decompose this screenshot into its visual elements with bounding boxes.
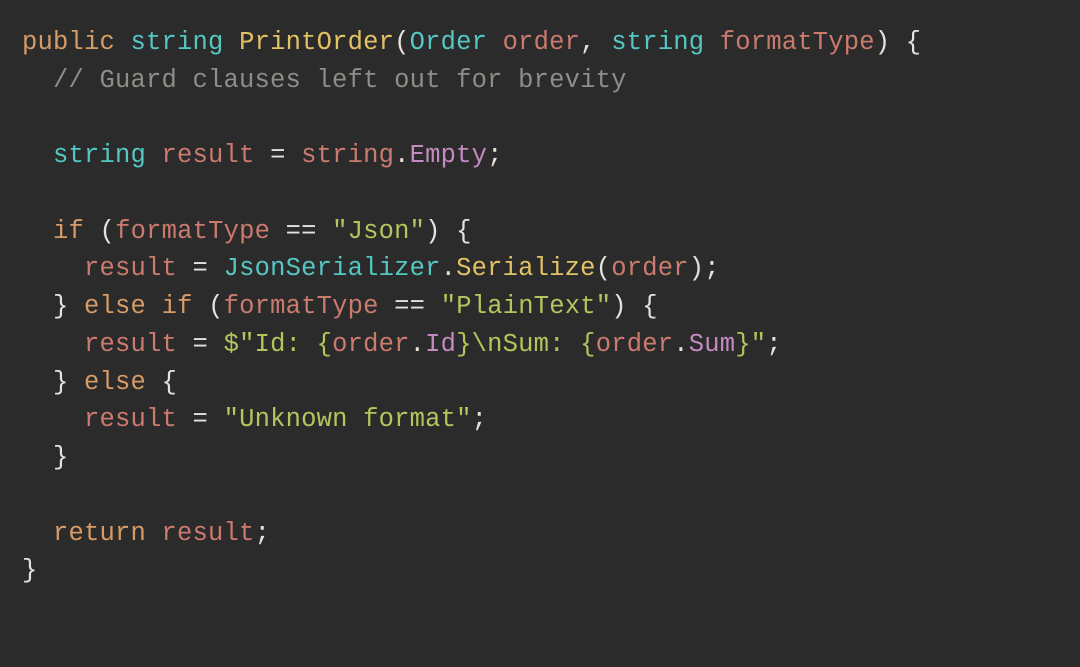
method-name: PrintOrder	[239, 28, 394, 57]
var-result-assign-2: result	[84, 330, 177, 359]
op-eqeq-2: ==	[394, 292, 425, 321]
class-jsonserializer: JsonSerializer	[224, 254, 441, 283]
local-type-string: string	[53, 141, 146, 170]
ident-string: string	[301, 141, 394, 170]
op-eqeq: ==	[286, 217, 317, 246]
string-json: "Json"	[332, 217, 425, 246]
interp-prefix: $"Id: {	[224, 330, 333, 359]
keyword-if-2: if	[162, 292, 193, 321]
method-serialize: Serialize	[456, 254, 596, 283]
interp-suffix: }"	[735, 330, 766, 359]
return-type: string	[131, 28, 224, 57]
prop-id: Id	[425, 330, 456, 359]
var-result-assign-3: result	[84, 405, 177, 434]
keyword-public: public	[22, 28, 115, 57]
param-order: order	[503, 28, 581, 57]
var-result: result	[162, 141, 255, 170]
var-result-assign: result	[84, 254, 177, 283]
string-plaintext: "PlainText"	[441, 292, 612, 321]
comment-guard: // Guard clauses left out for brevity	[53, 66, 627, 95]
param-type-string: string	[611, 28, 704, 57]
param-type-order: Order	[410, 28, 488, 57]
string-unknown: "Unknown format"	[224, 405, 472, 434]
arg-order: order	[611, 254, 689, 283]
keyword-else: else	[84, 292, 146, 321]
keyword-if: if	[53, 217, 84, 246]
interp-mid: }\nSum: {	[456, 330, 596, 359]
prop-sum: Sum	[689, 330, 736, 359]
param-formattype: formatType	[720, 28, 875, 57]
interp-order-2: order	[596, 330, 674, 359]
keyword-else-2: else	[84, 368, 146, 397]
prop-empty: Empty	[410, 141, 488, 170]
return-result: result	[162, 519, 255, 548]
ident-formattype: formatType	[115, 217, 270, 246]
ident-formattype-2: formatType	[224, 292, 379, 321]
code-block: public string PrintOrder(Order order, st…	[0, 0, 1080, 614]
keyword-return: return	[53, 519, 146, 548]
interp-order-1: order	[332, 330, 410, 359]
